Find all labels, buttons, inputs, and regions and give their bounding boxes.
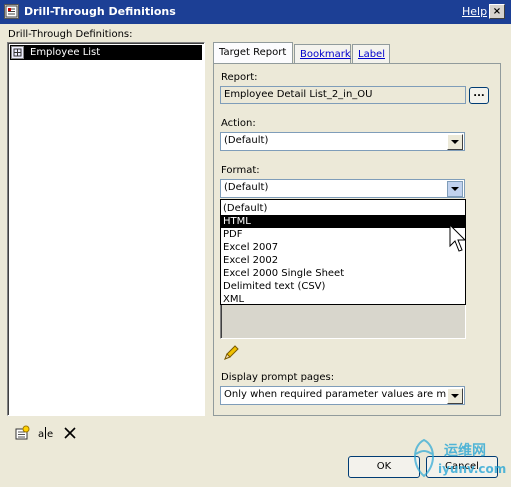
close-button[interactable]: ×	[489, 4, 505, 19]
definitions-list[interactable]: Employee List	[7, 42, 205, 416]
format-option[interactable]: PDF	[221, 228, 465, 241]
display-prompt-label: Display prompt pages:	[221, 372, 335, 383]
tab-target-report[interactable]: Target Report	[213, 42, 293, 64]
mouse-pointer-icon	[449, 223, 467, 254]
action-dropdown-arrow[interactable]	[447, 134, 463, 150]
action-select[interactable]: (Default)	[220, 132, 465, 151]
delete-icon[interactable]	[62, 425, 78, 441]
format-dropdown-arrow[interactable]	[447, 181, 463, 197]
chevron-down-icon	[451, 140, 459, 144]
format-option[interactable]: (Default)	[221, 202, 465, 215]
display-prompt-value: Only when required parameter values are …	[224, 389, 460, 400]
help-link[interactable]: Help	[462, 5, 487, 18]
list-item-label: Employee List	[30, 47, 101, 58]
format-label: Format:	[221, 165, 260, 176]
definitions-label: Drill-Through Definitions:	[8, 29, 133, 40]
format-option[interactable]: Excel 2000 Single Sheet	[221, 267, 465, 280]
tab-label: Label	[358, 49, 385, 60]
report-label: Report:	[221, 72, 258, 83]
rename-icon[interactable]: ae	[38, 425, 54, 441]
chevron-down-icon	[451, 187, 459, 191]
format-option[interactable]: XML	[221, 293, 465, 306]
chevron-down-icon	[451, 394, 459, 398]
format-value: (Default)	[224, 182, 269, 193]
format-option[interactable]: Excel 2007	[221, 241, 465, 254]
display-prompt-select[interactable]: Only when required parameter values are …	[220, 386, 465, 405]
browse-report-button[interactable]: ...	[469, 87, 489, 104]
window-title: Drill-Through Definitions	[24, 5, 176, 18]
ok-button[interactable]: OK	[348, 456, 420, 478]
format-select[interactable]: (Default)	[220, 179, 465, 198]
svg-text:a: a	[38, 429, 44, 440]
title-bar: Drill-Through Definitions Help ×	[0, 0, 511, 24]
report-grid-icon	[11, 46, 24, 59]
close-icon: ×	[492, 6, 502, 17]
edit-pencil-icon[interactable]	[223, 345, 241, 361]
report-field[interactable]: Employee Detail List_2_in_OU	[220, 86, 466, 104]
svg-text:e: e	[47, 429, 53, 440]
tab-label: Target Report	[219, 47, 287, 58]
tab-label-tab[interactable]: Label	[352, 44, 390, 64]
format-option[interactable]: Delimited text (CSV)	[221, 280, 465, 293]
list-item[interactable]: Employee List	[10, 45, 202, 60]
format-option[interactable]: Excel 2002	[221, 254, 465, 267]
action-label: Action:	[221, 118, 256, 129]
format-options-list[interactable]: (Default) HTML PDF Excel 2007 Excel 2002…	[220, 199, 466, 305]
new-definition-icon[interactable]	[14, 425, 30, 441]
display-prompt-dropdown-arrow[interactable]	[447, 388, 463, 404]
format-option[interactable]: HTML	[221, 215, 465, 228]
drill-through-app-icon	[4, 4, 19, 19]
action-value: (Default)	[224, 135, 269, 146]
cancel-button[interactable]: Cancel	[426, 456, 498, 478]
tab-bookmark[interactable]: Bookmark	[294, 44, 351, 64]
tab-label: Bookmark	[300, 49, 351, 60]
